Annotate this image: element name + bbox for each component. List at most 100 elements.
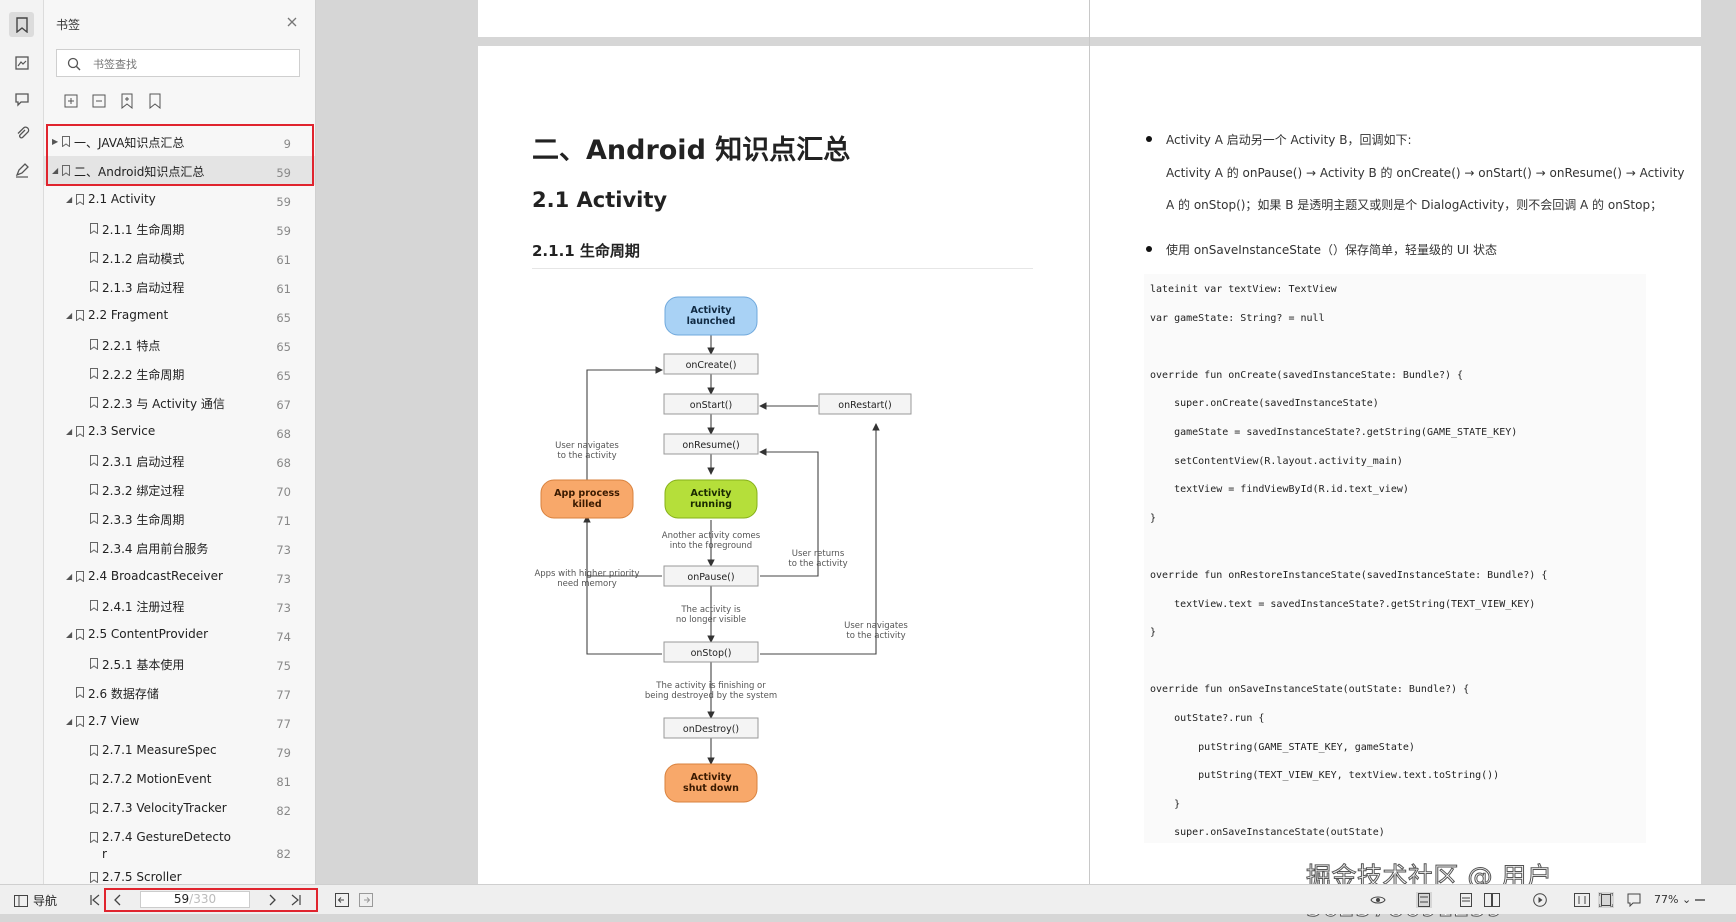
search-input[interactable]: [91, 54, 295, 74]
back-icon[interactable]: [334, 892, 350, 908]
code-line: textView.text = savedInstanceState?.getS…: [1150, 598, 1536, 610]
bookmark-page-number: 61: [276, 253, 291, 267]
first-page-icon[interactable]: [87, 892, 103, 908]
bookmark-item[interactable]: 2.1.2 启动模式 61: [44, 243, 315, 272]
code-line: outState?.run {: [1150, 713, 1265, 724]
status-bar: 导航 59/330 77% ⌄: [0, 884, 1736, 914]
bookmark-page-number: 77: [276, 717, 291, 731]
fit-page-icon[interactable]: [1598, 892, 1614, 908]
play-icon[interactable]: [1532, 892, 1548, 908]
bookmark-item[interactable]: ◢ 2.5 ContentProvider 74: [44, 620, 315, 649]
eye-protection-icon[interactable]: [1370, 892, 1386, 908]
callback-line-1: Activity A 的 onPause() → Activity B 的 on…: [1166, 166, 1685, 180]
bookmark-item[interactable]: 2.3.1 启动过程 68: [44, 446, 315, 475]
expanded-arrow-icon[interactable]: ◢: [66, 572, 74, 581]
bookmark-icon: [90, 600, 98, 612]
expanded-arrow-icon[interactable]: ◢: [66, 717, 74, 726]
bookmark-item[interactable]: ◢ 2.4 BroadcastReceiver 73: [44, 562, 315, 591]
bookmark-icon: [90, 368, 98, 380]
expanded-arrow-icon[interactable]: ◢: [66, 630, 74, 639]
bookmark-item[interactable]: 2.7.1 MeasureSpec 79: [44, 736, 315, 765]
bookmark-item[interactable]: 2.5.1 基本使用 75: [44, 649, 315, 678]
zoom-out-icon[interactable]: [1692, 892, 1708, 908]
bookmark-page-number: 71: [276, 514, 291, 528]
code-line: override fun onCreate(savedInstanceState…: [1150, 369, 1464, 381]
bookmark-icon: [90, 513, 98, 525]
continuous-page-icon[interactable]: [1458, 892, 1474, 908]
expanded-arrow-icon[interactable]: ◢: [66, 427, 74, 436]
comment-icon[interactable]: [9, 86, 34, 111]
page-nav-highlight: [104, 888, 318, 912]
bookmark-item[interactable]: 2.7.3 VelocityTracker 82: [44, 794, 315, 823]
bookmark-item[interactable]: 2.1.1 生命周期 59: [44, 214, 315, 243]
bookmark-label: 2.3.4 启用前台服务: [102, 542, 209, 556]
bookmark-item[interactable]: 2.6 数据存储 77: [44, 678, 315, 707]
bookmark-item[interactable]: 2.1.3 启动过程 61: [44, 272, 315, 301]
bookmark-item[interactable]: 2.7.2 MotionEvent 81: [44, 765, 315, 794]
bookmark-item[interactable]: 2.3.4 启用前台服务 73: [44, 533, 315, 562]
close-icon[interactable]: [284, 14, 300, 30]
bookmark-panel-icon[interactable]: [9, 12, 34, 37]
bookmark-page-number: 65: [276, 369, 291, 383]
bookmark-page-number: 70: [276, 485, 291, 499]
code-line: }: [1150, 627, 1157, 639]
bookmark-page-number: 81: [276, 775, 291, 789]
bookmark-label: 2.4.1 注册过程: [102, 600, 185, 614]
user-navigates-label-line2: to the activity: [557, 451, 616, 461]
activity-launched-node: Activity: [691, 305, 733, 316]
bookmark-icon: [90, 339, 98, 351]
subsection-heading: 2.1.1 生命周期: [532, 242, 640, 260]
onstop-node: onStop(): [691, 648, 732, 659]
bookmark-page-number: 82: [276, 847, 291, 861]
add-bookmark-icon[interactable]: [118, 92, 136, 110]
oncreate-node: onCreate(): [686, 360, 737, 371]
expand-all-icon[interactable]: [62, 92, 80, 110]
bookmark-item[interactable]: 2.7.5 Scroller: [44, 863, 315, 884]
bookmark-label: 2.5.1 基本使用: [102, 658, 185, 672]
bookmark-label: 2.7.5 Scroller: [102, 870, 182, 884]
onrestart-node: onRestart(): [838, 400, 891, 411]
bookmark-label: 2.2.3 与 Activity 通信: [102, 397, 225, 411]
book-mode-icon[interactable]: [1484, 892, 1500, 908]
expanded-arrow-icon[interactable]: ◢: [66, 195, 74, 204]
attachment-icon[interactable]: [9, 120, 34, 145]
onpause-node: onPause(): [687, 572, 734, 583]
bookmark-icon[interactable]: [146, 92, 164, 110]
bookmark-label: 2.1.2 启动模式: [102, 252, 185, 266]
bookmark-item[interactable]: 2.3.3 生命周期 71: [44, 504, 315, 533]
bullet-text-2: 使用 onSaveInstanceState（）保存简单，轻量级的 UI 状态: [1166, 243, 1497, 257]
bookmark-item[interactable]: 2.4.1 注册过程 73: [44, 591, 315, 620]
bookmark-page-number: 75: [276, 659, 291, 673]
forward-icon[interactable]: [358, 892, 374, 908]
code-line: gameState = savedInstanceState?.getStrin…: [1150, 427, 1518, 438]
bookmark-item[interactable]: 2.7.4 GestureDetecto r 82: [44, 823, 315, 863]
activity-shut-down-node: Activity: [691, 772, 733, 783]
collapse-all-icon[interactable]: [90, 92, 108, 110]
fit-width-icon[interactable]: [1574, 892, 1590, 908]
bookmark-label: 2.2.2 生命周期: [102, 368, 185, 382]
signature-icon[interactable]: [9, 157, 34, 182]
bookmark-page-number: 65: [276, 340, 291, 354]
onresume-node: onResume(): [682, 440, 739, 451]
bookmark-item[interactable]: 2.2.1 特点 65: [44, 330, 315, 359]
code-line: super.onCreate(savedInstanceState): [1150, 398, 1379, 410]
code-line: putString(GAME_STATE_KEY, gameState): [1150, 741, 1415, 753]
bookmark-item[interactable]: ◢ 2.2 Fragment 65: [44, 301, 315, 330]
bookmark-item[interactable]: ◢ 2.3 Service 68: [44, 417, 315, 446]
bookmark-item[interactable]: ◢ 2.7 View 77: [44, 707, 315, 736]
bookmark-item[interactable]: 2.2.3 与 Activity 通信 67: [44, 388, 315, 417]
navigation-toggle[interactable]: 导航: [14, 892, 57, 909]
sidebar-icon: [14, 894, 28, 907]
thumbnail-icon[interactable]: [9, 50, 34, 75]
bookmark-item[interactable]: ◢ 2.1 Activity 59: [44, 185, 315, 214]
zoom-level[interactable]: 77% ⌄: [1654, 893, 1691, 906]
activity-launched-node-line2: launched: [687, 316, 736, 327]
single-page-icon[interactable]: [1416, 892, 1432, 908]
expanded-arrow-icon[interactable]: ◢: [66, 311, 74, 320]
bookmark-label: 2.1.3 启动过程: [102, 281, 185, 295]
actual-size-icon[interactable]: [1626, 892, 1642, 908]
bookmark-item[interactable]: 2.3.2 绑定过程 70: [44, 475, 315, 504]
bookmark-item[interactable]: 2.2.2 生命周期 65: [44, 359, 315, 388]
bookmark-search[interactable]: [56, 49, 300, 77]
bookmark-label: 2.7.3 VelocityTracker: [102, 801, 227, 815]
